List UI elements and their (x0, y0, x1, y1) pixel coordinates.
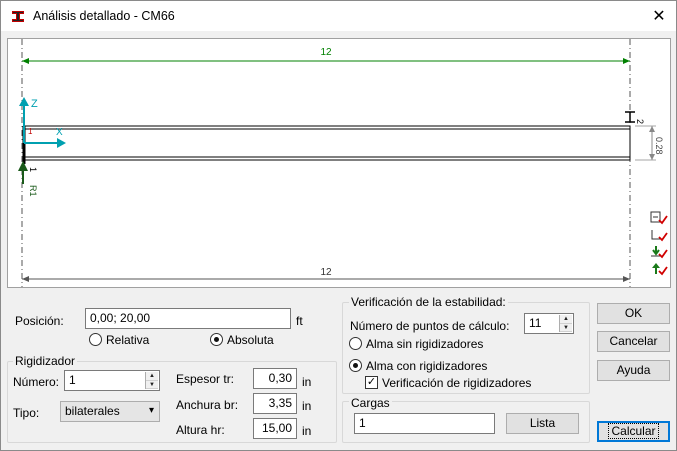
tipo-select[interactable]: bilaterales ▾ (60, 401, 160, 422)
relativa-label: Relativa (106, 333, 150, 347)
altura-input[interactable]: 15,00 (253, 418, 297, 439)
title-bar: Análisis detallado - CM66 ✕ (1, 1, 676, 31)
espesor-unit: in (302, 375, 312, 389)
side-toolbar (650, 211, 670, 279)
posicion-input[interactable]: 0,00; 20,00 (85, 308, 291, 329)
anchura-input[interactable]: 3,35 (253, 393, 297, 414)
end-stiffener-icon (625, 111, 635, 123)
numero-label: Número: (13, 375, 60, 389)
numero-spin[interactable]: ▲ ▼ (145, 372, 158, 389)
dialog-window: Análisis detallado - CM66 ✕ 12 Z X 1 1 R… (0, 0, 677, 451)
right-dimension-label: 0.28 (654, 137, 664, 155)
beam-drawing-canvas[interactable]: 12 Z X 1 1 R1 2 0.28 12 (7, 38, 671, 288)
app-icon (10, 9, 26, 24)
posicion-label: Posición: (15, 314, 64, 328)
anchura-label: Anchura br: (176, 398, 239, 412)
close-icon: ✕ (652, 8, 666, 25)
numero-stepper[interactable]: 1 ▲ ▼ (64, 370, 160, 391)
altura-label: Altura hr: (176, 423, 225, 437)
cancelar-button[interactable]: Cancelar (597, 331, 670, 352)
verificacion-label: Verificación de rigidizadores (382, 376, 532, 390)
puntos-stepper[interactable]: 11 ▲ ▼ (524, 313, 574, 334)
rigidizador-title: Rigidizador (13, 354, 78, 368)
bottom-dimension-label: 12 (320, 267, 332, 278)
stiffener-view-icon[interactable] (650, 211, 668, 225)
anchura-unit: in (302, 399, 312, 413)
ok-button[interactable]: OK (597, 303, 670, 324)
chevron-down-icon: ▾ (148, 405, 154, 416)
alma-sin-label: Alma sin rigidizadores (366, 337, 484, 351)
altura-unit: in (302, 424, 312, 438)
posicion-unit: ft (296, 314, 303, 328)
z-axis-arrow (19, 97, 29, 106)
mark-label: 1 (28, 127, 33, 136)
ayuda-button[interactable]: Ayuda (597, 360, 670, 381)
support-icon (18, 161, 28, 171)
node-end-label: 2 (635, 119, 645, 124)
lista-button[interactable]: Lista (506, 413, 579, 434)
supports-view-icon[interactable] (650, 262, 668, 276)
absoluta-label: Absoluta (227, 333, 274, 347)
alma-con-label: Alma con rigidizadores (366, 359, 488, 373)
estabilidad-title: Verificación de la estabilidad: (349, 295, 508, 309)
loads-view-icon[interactable] (650, 245, 668, 259)
window-title: Análisis detallado - CM66 (33, 9, 175, 23)
x-axis-arrow (57, 138, 66, 148)
alma-sin-radio[interactable] (349, 337, 362, 350)
cargas-title: Cargas (349, 396, 392, 410)
puntos-label: Número de puntos de cálculo: (350, 319, 510, 333)
cargas-input[interactable]: 1 (354, 413, 495, 434)
node-start-label: 1 (28, 167, 38, 172)
top-dimension-label: 12 (320, 47, 332, 58)
calcular-button[interactable]: Calcular (597, 421, 670, 442)
beam-outline (23, 125, 631, 161)
relativa-radio[interactable] (89, 333, 102, 346)
dimension-view-icon[interactable] (650, 228, 668, 242)
beam-drawing: 12 Z X 1 1 R1 2 0.28 12 (18, 39, 664, 287)
tipo-label: Tipo: (13, 406, 40, 420)
z-axis-label: Z (31, 98, 38, 110)
verificacion-checkbox[interactable]: ✓ (365, 376, 378, 389)
absoluta-radio[interactable] (210, 333, 223, 346)
support-label: R1 (28, 185, 38, 197)
close-button[interactable]: ✕ (648, 5, 670, 27)
puntos-spin[interactable]: ▲ ▼ (559, 315, 572, 332)
alma-con-radio[interactable] (349, 359, 362, 372)
x-axis-label: X (56, 127, 63, 138)
espesor-label: Espesor tr: (176, 372, 235, 386)
espesor-input[interactable]: 0,30 (253, 368, 297, 389)
